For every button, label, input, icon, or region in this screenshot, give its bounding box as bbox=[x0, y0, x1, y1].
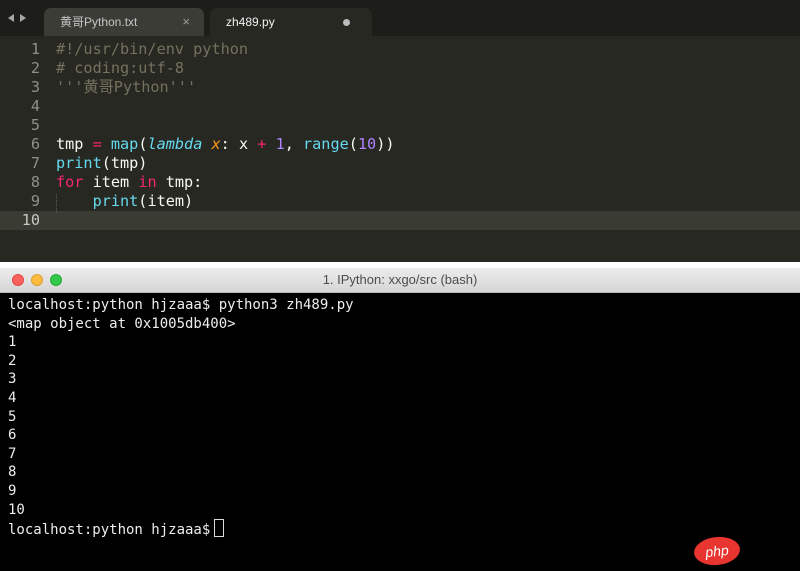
tab-zh489-py[interactable]: zh489.py bbox=[210, 8, 372, 36]
close-icon[interactable]: × bbox=[182, 8, 190, 36]
line-number: 6 bbox=[30, 135, 40, 153]
arrow-left-icon[interactable] bbox=[8, 14, 14, 22]
tab-bar: 黄哥Python.txt × zh489.py bbox=[0, 0, 800, 36]
code-text[interactable]: '''黄哥Python''' bbox=[56, 78, 196, 97]
terminal-line: 9 bbox=[8, 483, 17, 499]
terminal-title: 1. IPython: xxgo/src (bash) bbox=[322, 272, 478, 287]
tab-label: zh489.py bbox=[226, 15, 275, 29]
code-text[interactable]: tmp = map(lambda x: x + 1, range(10)) bbox=[56, 135, 394, 154]
line-number: 2 bbox=[30, 59, 40, 77]
line-number: 8 bbox=[30, 173, 40, 191]
terminal-titlebar[interactable]: 1. IPython: xxgo/src (bash) bbox=[0, 268, 800, 293]
code-text[interactable]: # coding:utf-8 bbox=[56, 59, 184, 78]
line-number: 4 bbox=[30, 97, 40, 115]
code-line[interactable]: 1 #!/usr/bin/env python bbox=[0, 40, 800, 59]
terminal-prompt: localhost:python hjzaaa$ bbox=[8, 522, 211, 539]
code-token: '''黄哥Python''' bbox=[56, 78, 197, 96]
terminal-window[interactable]: 1. IPython: xxgo/src (bash) localhost:py… bbox=[0, 268, 800, 571]
tab-label: 黄哥Python.txt bbox=[60, 15, 138, 29]
line-number: 10 bbox=[21, 211, 40, 229]
code-token: item bbox=[83, 173, 139, 191]
code-line[interactable]: 10 bbox=[0, 211, 800, 230]
cursor-block[interactable] bbox=[214, 519, 225, 538]
code-token: 10 bbox=[357, 135, 377, 153]
terminal-line: 10 bbox=[8, 501, 25, 518]
code-token: tmp bbox=[56, 135, 93, 153]
arrow-right-icon[interactable] bbox=[20, 14, 26, 22]
terminal-line: 5 bbox=[8, 408, 17, 425]
tab-huangge-python-txt[interactable]: 黄哥Python.txt × bbox=[44, 8, 204, 36]
code-token: for bbox=[56, 173, 84, 191]
indent-guide bbox=[56, 194, 57, 213]
line-number: 5 bbox=[30, 116, 40, 134]
unsaved-dot-icon[interactable] bbox=[343, 19, 350, 26]
code-token: , bbox=[284, 135, 304, 153]
code-text[interactable]: print(item) bbox=[56, 192, 194, 211]
code-token: 1 bbox=[275, 135, 285, 153]
terminal-line: localhost:python hjzaaa$ python3 zh489.p… bbox=[8, 297, 354, 313]
code-token: x bbox=[211, 135, 221, 153]
code-area[interactable]: 1 #!/usr/bin/env python 2 # coding:utf-8 3 ''… bbox=[0, 40, 800, 262]
code-token: tmp: bbox=[156, 173, 203, 191]
code-text[interactable]: print(tmp) bbox=[56, 154, 147, 173]
terminal-line: 7 bbox=[8, 445, 17, 462]
line-number: 1 bbox=[30, 40, 40, 58]
code-token: print bbox=[92, 192, 139, 210]
code-token: in bbox=[138, 173, 157, 191]
code-line[interactable]: 5 bbox=[0, 116, 800, 135]
code-token: (item) bbox=[138, 192, 194, 210]
code-text[interactable]: for item in tmp: bbox=[56, 173, 202, 192]
code-token: = bbox=[92, 135, 102, 153]
terminal-line: 2 bbox=[8, 352, 17, 369]
code-token: #!/usr/bin/env python bbox=[56, 40, 249, 58]
code-token: # coding:utf-8 bbox=[56, 59, 185, 77]
code-editor[interactable]: 黄哥Python.txt × zh489.py 1 #!/usr/bin/env … bbox=[0, 0, 800, 262]
terminal-line: 1 bbox=[8, 334, 17, 351]
code-text[interactable]: #!/usr/bin/env python bbox=[56, 40, 248, 59]
code-line[interactable]: 8 for item in tmp: bbox=[0, 173, 800, 192]
code-token: print bbox=[56, 154, 102, 172]
terminal-line: <map object at 0x1005db400> bbox=[8, 315, 236, 332]
code-token: : x bbox=[220, 135, 258, 153]
line-number: 3 bbox=[30, 78, 40, 96]
terminal-line: 6 bbox=[8, 427, 17, 444]
code-token: map bbox=[110, 135, 139, 153]
code-line[interactable]: 6 tmp = map(lambda x: x + 1, range(10)) bbox=[0, 135, 800, 154]
code-line[interactable]: 4 bbox=[0, 97, 800, 116]
code-token: (tmp) bbox=[101, 154, 148, 172]
tab-navigation bbox=[8, 11, 36, 25]
code-line[interactable]: 7 print(tmp) bbox=[0, 154, 800, 173]
line-number: 9 bbox=[30, 192, 40, 210]
terminal-line: 8 bbox=[8, 464, 17, 481]
code-token: range bbox=[303, 135, 349, 153]
terminal-prompt-line[interactable]: localhost:python hjzaaa$ bbox=[8, 519, 225, 539]
code-token: lambda bbox=[147, 135, 203, 153]
terminal-line: 4 bbox=[8, 390, 17, 406]
code-token: )) bbox=[376, 135, 395, 153]
code-line[interactable]: 2 # coding:utf-8 bbox=[0, 59, 800, 78]
code-token: ( bbox=[348, 135, 358, 153]
line-number: 7 bbox=[30, 154, 40, 172]
code-line[interactable]: 3 '''黄哥Python''' bbox=[0, 78, 800, 97]
code-line[interactable]: 9 print(item) bbox=[0, 192, 800, 211]
terminal-output[interactable]: localhost:python hjzaaa$ python3 zh489.p… bbox=[8, 292, 788, 571]
terminal-line: 3 bbox=[8, 371, 17, 388]
